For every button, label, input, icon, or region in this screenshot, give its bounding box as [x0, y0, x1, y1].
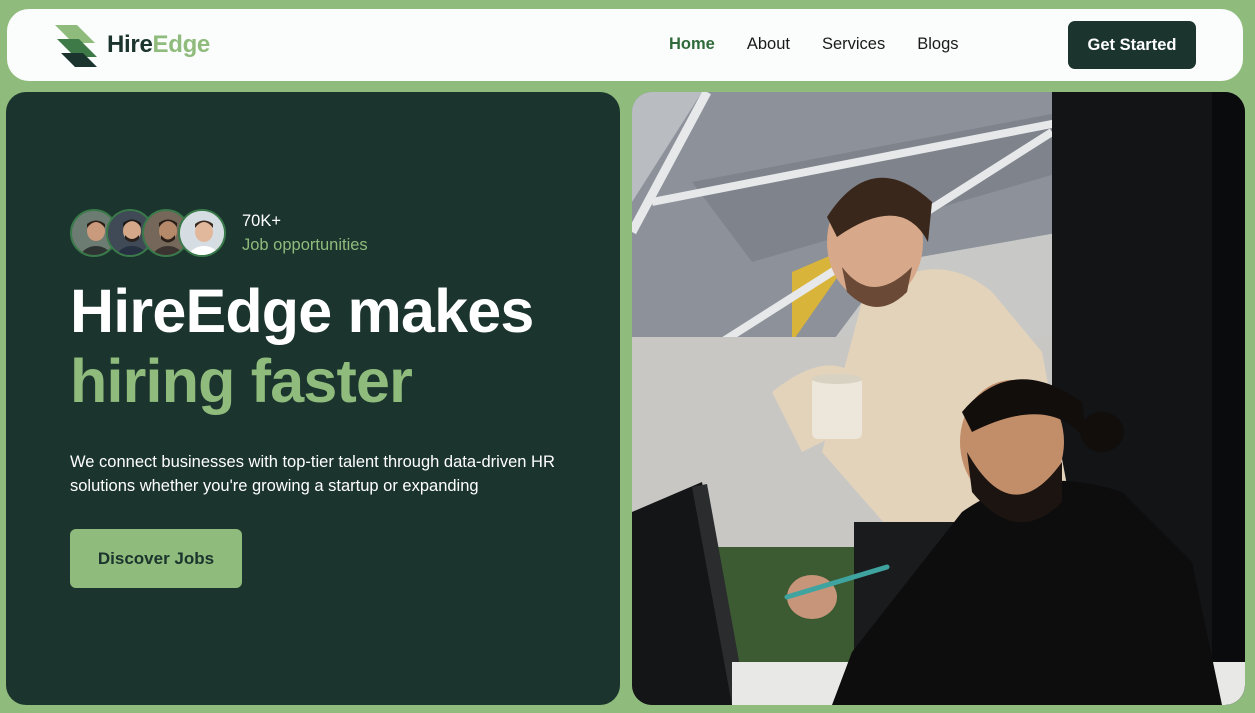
headline-line-1: HireEdge makes — [70, 277, 534, 345]
navbar: HireEdge Home About Services Blogs Get S… — [7, 9, 1243, 81]
nav-link-services[interactable]: Services — [822, 33, 885, 55]
logo-icon — [55, 25, 97, 67]
hero-panel: 70K+ Job opportunities HireEdge makes hi… — [6, 92, 620, 705]
stat-label: Job opportunities — [242, 236, 368, 254]
logo-text: HireEdge — [107, 31, 210, 59]
hero-headline: HireEdge makes hiring faster — [70, 276, 534, 416]
stat: 70K+ Job opportunities — [242, 211, 368, 255]
hero-description: We connect businesses with top-tier tale… — [70, 453, 555, 495]
headline-line-2: hiring faster — [70, 347, 413, 415]
office-photo — [632, 92, 1245, 705]
logo-text-edge: Edge — [152, 31, 211, 58]
nav-link-home[interactable]: Home — [669, 33, 715, 55]
get-started-button[interactable]: Get Started — [1068, 21, 1196, 69]
logo[interactable]: HireEdge — [55, 23, 210, 67]
discover-jobs-button[interactable]: Discover Jobs — [70, 529, 242, 588]
nav-links: Home About Services Blogs — [669, 33, 991, 55]
avatar — [178, 209, 226, 257]
stat-value: 70K+ — [242, 212, 281, 230]
nav-link-about[interactable]: About — [747, 33, 790, 55]
nav-link-blogs[interactable]: Blogs — [917, 33, 958, 55]
hero-image — [632, 92, 1245, 705]
logo-text-hire: Hire — [107, 31, 153, 58]
